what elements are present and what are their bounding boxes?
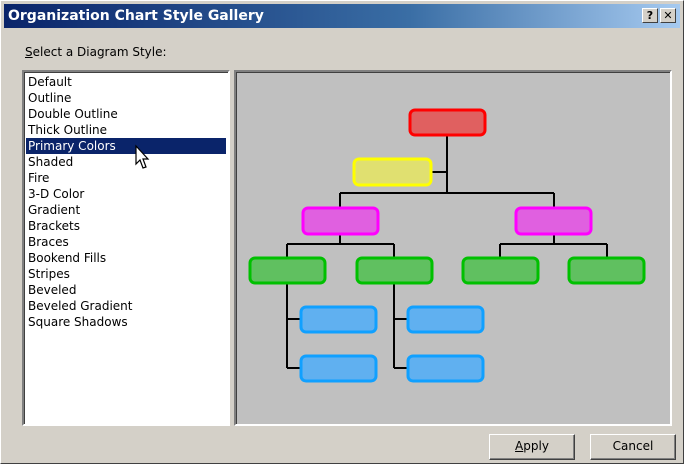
co-worker-node-box	[406, 305, 485, 334]
subordinate-node-box	[355, 256, 434, 285]
style-preview-pane	[234, 70, 672, 426]
style-listbox[interactable]: Default Outline Double Outline Thick Outlin…	[22, 70, 230, 426]
top-node-box	[408, 108, 487, 137]
dialog-window: Organization Chart Style Gallery ? ✕ Sel…	[0, 0, 684, 464]
subordinate-node-box	[248, 256, 327, 285]
style-list-item[interactable]: Default	[26, 74, 226, 90]
style-list-item[interactable]: Stripes	[26, 266, 226, 282]
manager-node-box	[301, 206, 380, 236]
style-list-item[interactable]: Primary Colors	[26, 138, 226, 154]
style-list-label-rest: elect a Diagram Style:	[32, 45, 167, 59]
style-list-item[interactable]: Shaded	[26, 154, 226, 170]
co-worker-node-box	[406, 354, 485, 383]
cancel-button[interactable]: Cancel	[590, 434, 676, 460]
assistant-node-box	[352, 157, 433, 187]
apply-button-rest: pply	[523, 439, 549, 453]
org-chart-preview	[248, 108, 646, 383]
style-list-item[interactable]: Brackets	[26, 218, 226, 234]
subordinate-node-box	[461, 256, 540, 285]
style-list-item[interactable]: Double Outline	[26, 106, 226, 122]
manager-node-box	[514, 206, 593, 236]
help-button[interactable]: ?	[642, 8, 658, 23]
style-list-item[interactable]: Braces	[26, 234, 226, 250]
co-worker-node-box	[299, 305, 378, 334]
title-bar[interactable]: Organization Chart Style Gallery ? ✕	[4, 4, 680, 28]
mouse-cursor-icon	[135, 144, 150, 169]
style-list-item[interactable]: 3-D Color	[26, 186, 226, 202]
style-list-item[interactable]: Square Shadows	[26, 314, 226, 330]
style-list-item[interactable]: Thick Outline	[26, 122, 226, 138]
style-list-item[interactable]: Outline	[26, 90, 226, 106]
subordinate-node-box	[567, 256, 646, 285]
style-list-label-accel: S	[25, 45, 33, 59]
style-list-item[interactable]: Bookend Fills	[26, 250, 226, 266]
style-list-item[interactable]: Beveled Gradient	[26, 298, 226, 314]
co-worker-node-box	[299, 354, 378, 383]
style-list-label: Select a Diagram Style:	[25, 45, 167, 59]
style-list-item[interactable]: Beveled	[26, 282, 226, 298]
close-button[interactable]: ✕	[660, 8, 676, 23]
window-title: Organization Chart Style Gallery	[8, 8, 264, 24]
style-list-item[interactable]: Fire	[26, 170, 226, 186]
style-list-item[interactable]: Gradient	[26, 202, 226, 218]
apply-button[interactable]: Apply	[489, 434, 575, 460]
